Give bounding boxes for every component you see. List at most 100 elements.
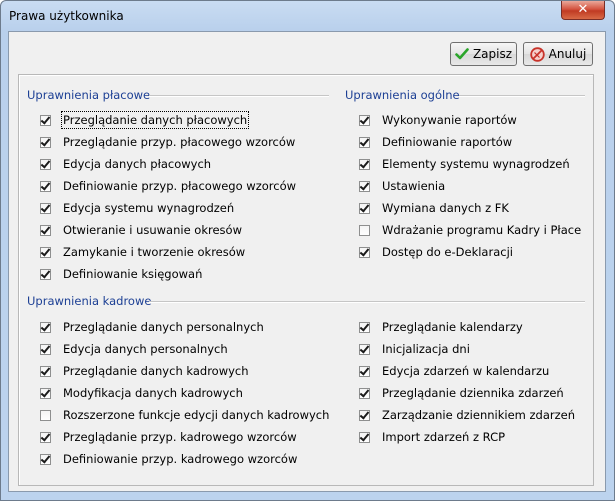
permission-checkbox[interactable]: Definiowanie księgowań — [40, 266, 202, 282]
permission-label: Wykonywanie raportów — [382, 113, 517, 127]
permission-label: Przeglądanie kalendarzy — [382, 320, 523, 334]
permission-label: Zamykanie i tworzenie okresów — [63, 245, 246, 259]
permission-checkbox[interactable]: Zamykanie i tworzenie okresów — [40, 244, 245, 260]
checkbox-checked-icon[interactable] — [40, 224, 51, 236]
checkbox-checked-icon[interactable] — [359, 321, 370, 333]
dialog-window: Prawa użytkownika ✕ Zapisz Anuluj Uprawn… — [0, 0, 615, 501]
permission-label: Rozszerzone funkcje edycji danych kadrow… — [63, 408, 330, 422]
cancel-button[interactable]: Anuluj — [523, 42, 593, 66]
permission-checkbox[interactable]: Edycja systemu wynagrodzeń — [40, 200, 234, 216]
section-title-kadrowe: Uprawnienia kadrowe — [27, 294, 152, 308]
permission-label: Inicjalizacja dni — [382, 342, 470, 356]
checkmark-icon — [455, 48, 469, 60]
permission-label: Edycja zdarzeń w kalendarzu — [382, 364, 550, 378]
section-divider — [459, 95, 585, 97]
permission-checkbox[interactable]: Wykonywanie raportów — [359, 112, 517, 128]
permission-checkbox[interactable]: Przeglądanie danych płacowych — [40, 111, 250, 129]
permission-checkbox[interactable]: Wdrażanie programu Kadry i Płace — [359, 222, 581, 238]
permission-checkbox[interactable]: Inicjalizacja dni — [359, 341, 470, 357]
checkbox-checked-icon[interactable] — [40, 158, 51, 170]
permission-label: Wymiana danych z FK — [382, 201, 509, 215]
permission-label: Przeglądanie przyp. kadrowego wzorców — [63, 430, 297, 444]
permission-checkbox[interactable]: Ustawienia — [359, 178, 445, 194]
permission-checkbox[interactable]: Definiowanie raportów — [359, 134, 512, 150]
permission-checkbox[interactable]: Definiowanie przyp. kadrowego wzorców — [40, 451, 297, 467]
permission-label: Modyfikacja danych kadrowych — [63, 386, 243, 400]
window-title: Prawa użytkownika — [9, 9, 124, 23]
checkbox-checked-icon[interactable] — [40, 268, 51, 280]
checkbox-checked-icon[interactable] — [40, 321, 51, 333]
permission-checkbox[interactable]: Elementy systemu wynagrodzeń — [359, 156, 570, 172]
checkbox-checked-icon[interactable] — [40, 343, 51, 355]
save-label: Zapisz — [472, 47, 513, 61]
permission-label: Elementy systemu wynagrodzeń — [382, 157, 570, 171]
permission-label: Zarządzanie dziennikiem zdarzeń — [382, 408, 576, 422]
permissions-panel: Uprawnienia płacowe Przeglądanie danych … — [18, 74, 594, 486]
permission-label: Edycja systemu wynagrodzeń — [63, 201, 235, 215]
checkbox-checked-icon[interactable] — [359, 246, 370, 258]
permission-label: Przeglądanie danych płacowych — [60, 111, 250, 129]
permission-checkbox[interactable]: Zarządzanie dziennikiem zdarzeń — [359, 407, 575, 423]
checkbox-checked-icon[interactable] — [359, 202, 370, 214]
close-button[interactable]: ✕ — [561, 1, 605, 20]
cancel-icon — [529, 46, 545, 62]
cancel-label: Anuluj — [548, 47, 587, 61]
checkbox-unchecked-icon[interactable] — [359, 224, 370, 236]
permission-label: Wdrażanie programu Kadry i Płace — [382, 223, 582, 237]
permission-label: Przeglądanie danych kadrowych — [63, 364, 249, 378]
permission-checkbox[interactable]: Przeglądanie dziennika zdarzeń — [359, 385, 564, 401]
section-title-placowe: Uprawnienia płacowe — [27, 88, 151, 102]
permission-checkbox[interactable]: Przeglądanie danych kadrowych — [40, 363, 249, 379]
permission-label: Ustawienia — [382, 179, 446, 193]
checkbox-checked-icon[interactable] — [359, 387, 370, 399]
permission-checkbox[interactable]: Otwieranie i usuwanie okresów — [40, 222, 242, 238]
checkbox-checked-icon[interactable] — [40, 180, 51, 192]
checkbox-checked-icon[interactable] — [40, 246, 51, 258]
permission-label: Otwieranie i usuwanie okresów — [63, 223, 242, 237]
checkbox-checked-icon[interactable] — [359, 409, 370, 421]
permission-checkbox[interactable]: Edycja danych personalnych — [40, 341, 228, 357]
permission-label: Dostęp do e-Deklaracji — [382, 245, 513, 259]
checkbox-checked-icon[interactable] — [40, 136, 51, 148]
dialog-client-area: Zapisz Anuluj Uprawnienia płacowe Przegl… — [8, 31, 606, 492]
checkbox-checked-icon[interactable] — [40, 365, 51, 377]
permission-checkbox[interactable]: Dostęp do e-Deklaracji — [359, 244, 513, 260]
section-title-ogolne: Uprawnienia ogólne — [345, 88, 460, 102]
permission-label: Definiowanie przyp. kadrowego wzorców — [63, 452, 298, 466]
checkbox-checked-icon[interactable] — [359, 431, 370, 443]
permission-label: Definiowanie księgowań — [63, 267, 203, 281]
checkbox-checked-icon[interactable] — [359, 343, 370, 355]
permission-checkbox[interactable]: Edycja danych płacowych — [40, 156, 211, 172]
permission-checkbox[interactable]: Wymiana danych z FK — [359, 200, 509, 216]
checkbox-checked-icon[interactable] — [359, 114, 370, 126]
permission-checkbox[interactable]: Modyfikacja danych kadrowych — [40, 385, 243, 401]
checkbox-checked-icon[interactable] — [40, 453, 51, 465]
permission-label: Import zdarzeń z RCP — [382, 430, 506, 444]
permission-checkbox[interactable]: Przeglądanie danych personalnych — [40, 319, 264, 335]
checkbox-unchecked-icon[interactable] — [40, 409, 51, 421]
checkbox-checked-icon[interactable] — [359, 158, 370, 170]
permission-label: Definiowanie przyp. płacowego wzorców — [63, 179, 297, 193]
section-divider — [149, 95, 329, 97]
permission-checkbox[interactable]: Przeglądanie przyp. kadrowego wzorców — [40, 429, 297, 445]
checkbox-checked-icon[interactable] — [40, 387, 51, 399]
permission-label: Definiowanie raportów — [382, 135, 513, 149]
checkbox-checked-icon[interactable] — [359, 136, 370, 148]
save-button[interactable]: Zapisz — [450, 42, 517, 66]
permission-label: Przeglądanie dziennika zdarzeń — [382, 386, 564, 400]
permission-checkbox[interactable]: Przeglądanie przyp. płacowego wzorców — [40, 134, 295, 150]
checkbox-checked-icon[interactable] — [359, 365, 370, 377]
permission-checkbox[interactable]: Definiowanie przyp. płacowego wzorców — [40, 178, 296, 194]
permission-checkbox[interactable]: Import zdarzeń z RCP — [359, 429, 505, 445]
checkbox-checked-icon[interactable] — [40, 202, 51, 214]
checkbox-checked-icon[interactable] — [40, 431, 51, 443]
permission-checkbox[interactable]: Rozszerzone funkcje edycji danych kadrow… — [40, 407, 329, 423]
section-divider — [149, 301, 585, 303]
checkbox-checked-icon[interactable] — [359, 180, 370, 192]
permission-label: Edycja danych personalnych — [63, 342, 228, 356]
permission-label: Przeglądanie przyp. płacowego wzorców — [63, 135, 296, 149]
title-bar[interactable]: Prawa użytkownika ✕ — [1, 1, 614, 31]
permission-checkbox[interactable]: Przeglądanie kalendarzy — [359, 319, 523, 335]
permission-checkbox[interactable]: Edycja zdarzeń w kalendarzu — [359, 363, 549, 379]
checkbox-checked-icon[interactable] — [40, 114, 51, 126]
